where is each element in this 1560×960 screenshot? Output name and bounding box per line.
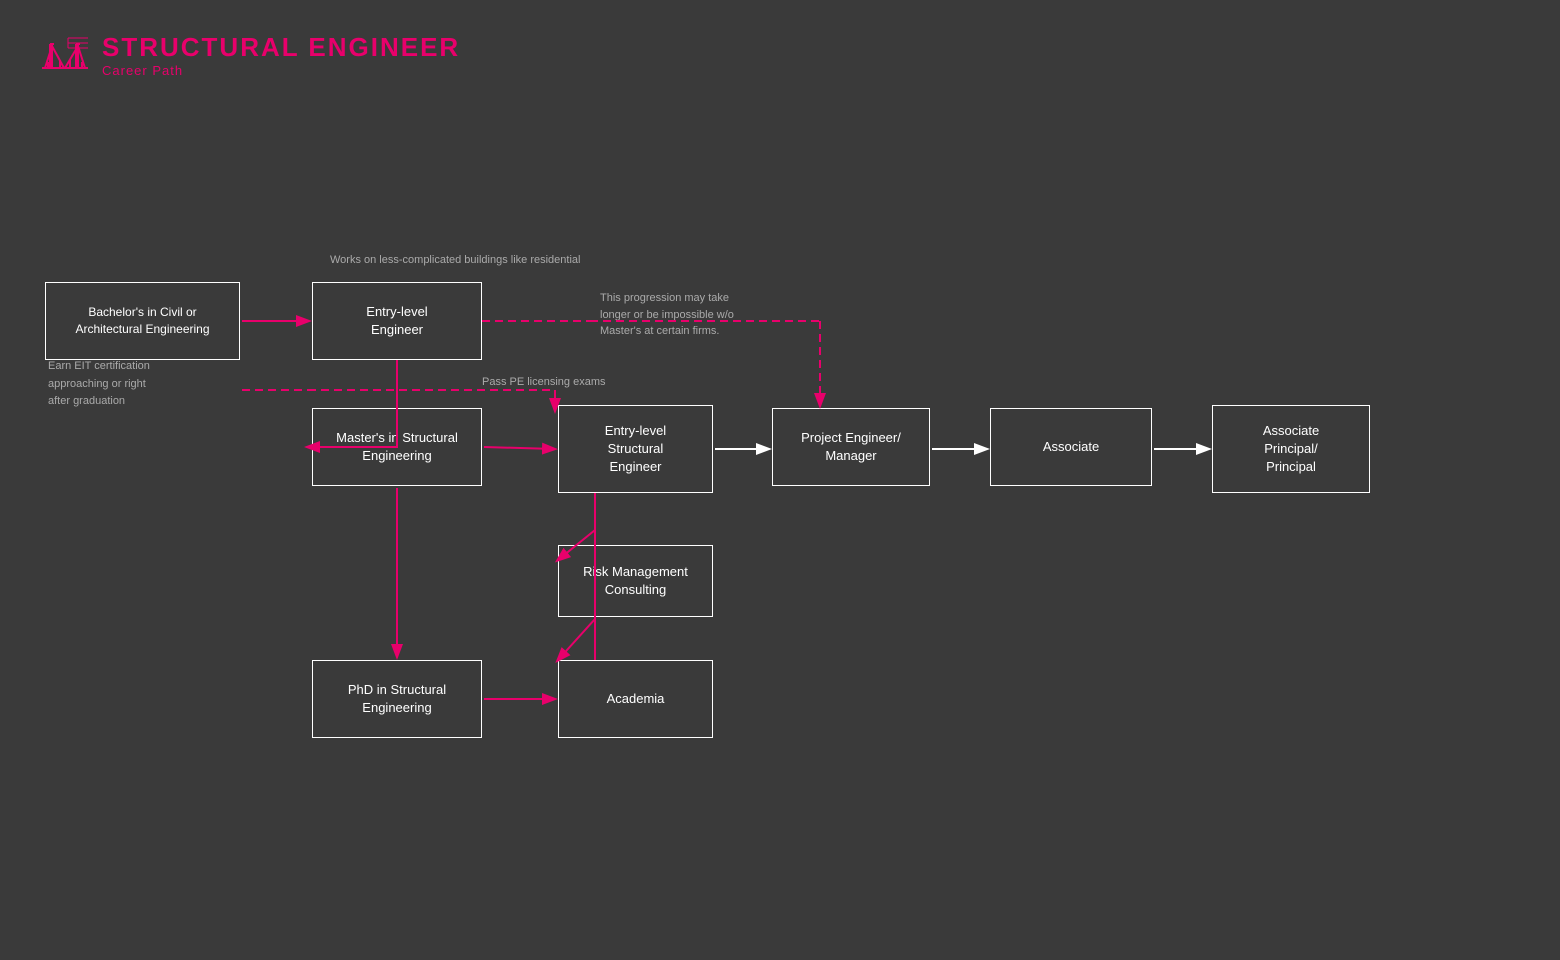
node-masters: Master's in StructuralEngineering <box>312 408 482 486</box>
node-project-engineer: Project Engineer/Manager <box>772 408 930 486</box>
annotation-pass-pe: Pass PE licensing exams <box>482 374 606 391</box>
annotation-earn-eit: Earn EIT certificationapproaching or rig… <box>48 358 150 411</box>
node-associate: Associate <box>990 408 1152 486</box>
header: STRUCTURAL ENGINEER Career Path <box>40 30 460 80</box>
node-entry-level: Entry-levelEngineer <box>312 282 482 360</box>
node-bachelor: Bachelor's in Civil orArchitectural Engi… <box>45 282 240 360</box>
bridge-icon <box>40 30 90 80</box>
header-title: STRUCTURAL ENGINEER <box>102 32 460 63</box>
node-associate-principal: AssociatePrincipal/Principal <box>1212 405 1370 493</box>
header-subtitle: Career Path <box>102 63 460 78</box>
annotation-works-on: Works on less-complicated buildings like… <box>330 252 580 269</box>
node-entry-structural: Entry-levelStructuralEngineer <box>558 405 713 493</box>
node-academia: Academia <box>558 660 713 738</box>
node-risk-mgmt: Risk ManagementConsulting <box>558 545 713 617</box>
annotation-progression: This progression may take longer or be i… <box>600 290 734 340</box>
node-phd: PhD in StructuralEngineering <box>312 660 482 738</box>
